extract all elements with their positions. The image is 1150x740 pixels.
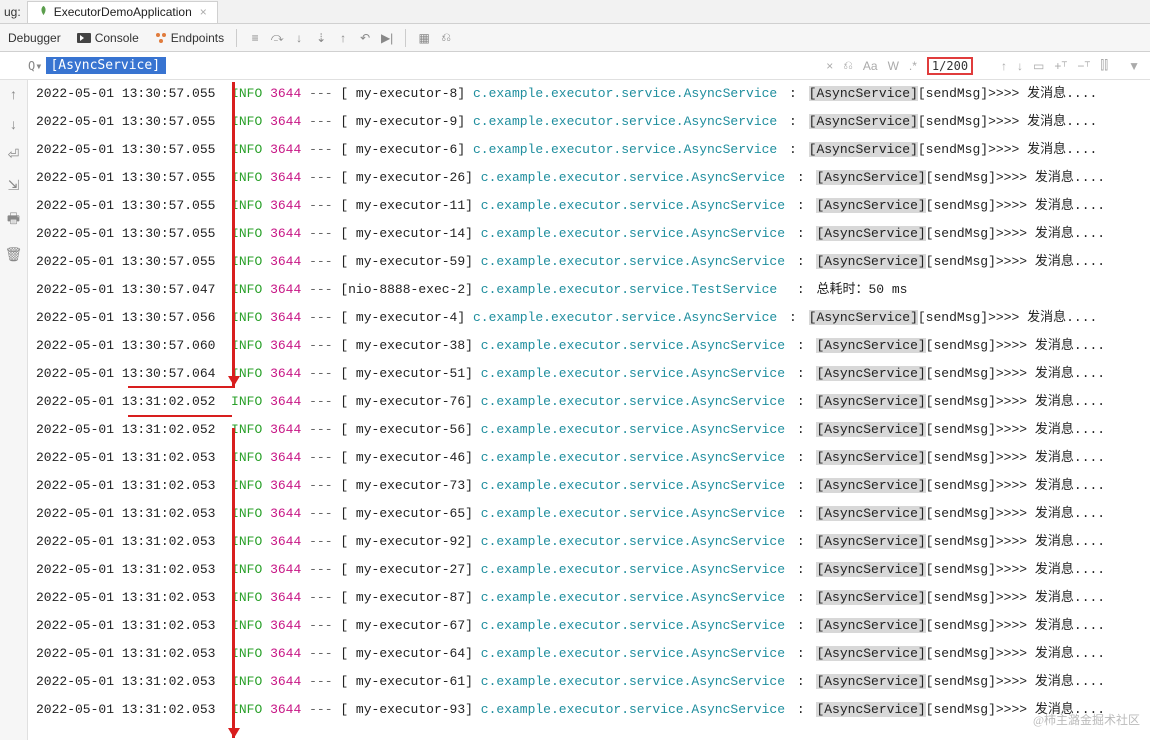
log-row[interactable]: 2022-05-01 13:31:02.053 INFO 3644 --- [ … (36, 500, 1150, 528)
log-row[interactable]: 2022-05-01 13:31:02.053 INFO 3644 --- [ … (36, 696, 1150, 724)
log-row[interactable]: 2022-05-01 13:30:57.056 INFO 3644 --- [ … (36, 304, 1150, 332)
console-tab[interactable]: Console (69, 24, 147, 52)
run-config-tab[interactable]: ExecutorDemoApplication × (27, 1, 218, 23)
print-icon[interactable]: 🖶 (7, 208, 20, 232)
scroll-up-icon[interactable]: ↑ (10, 86, 17, 102)
title-bar: ug: ExecutorDemoApplication × (0, 0, 1150, 24)
drop-frame-icon[interactable]: ↶ (357, 30, 373, 46)
log-row[interactable]: 2022-05-01 13:30:57.055 INFO 3644 --- [ … (36, 108, 1150, 136)
arrow-down-icon (228, 376, 240, 386)
endpoints-icon (155, 32, 167, 44)
log-row[interactable]: 2022-05-01 13:30:57.055 INFO 3644 --- [ … (36, 220, 1150, 248)
debugger-tab[interactable]: Debugger (0, 24, 69, 52)
force-step-into-icon[interactable]: ⇣ (313, 30, 329, 46)
leaf-icon (38, 5, 49, 19)
match-case-toggle[interactable]: Aa (863, 59, 878, 73)
log-row[interactable]: 2022-05-01 13:31:02.053 INFO 3644 --- [ … (36, 556, 1150, 584)
match-count: 1/200 (927, 57, 973, 75)
separator (405, 29, 406, 47)
arrow-down-icon (228, 728, 240, 738)
next-match-icon[interactable]: ↓ (1017, 59, 1023, 73)
evaluate-icon[interactable]: ▦ (416, 30, 432, 46)
search-input[interactable] (46, 57, 166, 74)
debug-actions: ≡ ⤼ ↓ ⇣ ↑ ↶ ▶| ▦ ⎌ (241, 29, 460, 47)
left-gutter: ↑ ↓ ⏎ ⇲ 🖶 🗑 (0, 80, 28, 740)
show-exec-point-icon[interactable]: ≡ (247, 30, 263, 46)
step-out-icon[interactable]: ↑ (335, 30, 351, 46)
step-into-icon[interactable]: ↓ (291, 30, 307, 46)
select-occurrences-icon[interactable]: ⫿⫿ (1100, 58, 1108, 73)
annotation-underline (128, 386, 232, 388)
console-output[interactable]: @柿主潞金掘术社区 2022-05-01 13:30:57.055 INFO 3… (28, 80, 1150, 740)
scroll-down-icon[interactable]: ↓ (10, 116, 17, 132)
log-row[interactable]: 2022-05-01 13:30:57.055 INFO 3644 --- [ … (36, 192, 1150, 220)
regex-toggle[interactable]: .* (909, 59, 917, 73)
soft-wrap-icon[interactable]: ⏎ (8, 146, 20, 163)
step-over-icon[interactable]: ⤼ (269, 30, 285, 46)
log-row[interactable]: 2022-05-01 13:31:02.053 INFO 3644 --- [ … (36, 472, 1150, 500)
prefix-label: ug: (4, 5, 21, 19)
log-row[interactable]: 2022-05-01 13:30:57.055 INFO 3644 --- [ … (36, 164, 1150, 192)
log-row[interactable]: 2022-05-01 13:31:02.052 INFO 3644 --- [ … (36, 388, 1150, 416)
log-row[interactable]: 2022-05-01 13:30:57.055 INFO 3644 --- [ … (36, 80, 1150, 108)
log-row[interactable]: 2022-05-01 13:31:02.053 INFO 3644 --- [ … (36, 640, 1150, 668)
log-row[interactable]: 2022-05-01 13:31:02.053 INFO 3644 --- [ … (36, 444, 1150, 472)
add-selection-icon[interactable]: +⸆ (1054, 57, 1067, 74)
watermark: @柿主潞金掘术社区 (1033, 706, 1140, 734)
trace-icon[interactable]: ⎌ (438, 30, 454, 46)
log-row[interactable]: 2022-05-01 13:30:57.055 INFO 3644 --- [ … (36, 248, 1150, 276)
log-row[interactable]: 2022-05-01 13:31:02.053 INFO 3644 --- [ … (36, 612, 1150, 640)
debug-toolbar: Debugger Console Endpoints ≡ ⤼ ↓ ⇣ ↑ ↶ ▶… (0, 24, 1150, 52)
clear-all-icon[interactable]: 🗑 (5, 246, 23, 263)
search-options: × ⎌ Aa W .* 1/200 ↑ ↓ ▭ +⸆ −⸆ ⫿⫿ ▼ (826, 57, 1150, 75)
select-all-icon[interactable]: ▭ (1033, 59, 1044, 73)
log-row[interactable]: 2022-05-01 13:31:02.053 INFO 3644 --- [ … (36, 668, 1150, 696)
log-row[interactable]: 2022-05-01 13:30:57.060 INFO 3644 --- [ … (36, 332, 1150, 360)
annotation-line (232, 428, 235, 738)
words-toggle[interactable]: W (888, 59, 899, 73)
log-row[interactable]: 2022-05-01 13:31:02.053 INFO 3644 --- [ … (36, 584, 1150, 612)
annotation-underline (128, 415, 232, 417)
clear-icon[interactable]: × (826, 59, 833, 73)
search-prompt[interactable]: Q▾ (28, 59, 42, 73)
run-to-cursor-icon[interactable]: ▶| (379, 30, 395, 46)
log-row[interactable]: 2022-05-01 13:30:57.055 INFO 3644 --- [ … (36, 136, 1150, 164)
log-row[interactable]: 2022-05-01 13:31:02.052 INFO 3644 --- [ … (36, 416, 1150, 444)
console-icon (77, 33, 91, 43)
log-row[interactable]: 2022-05-01 13:30:57.064 INFO 3644 --- [ … (36, 360, 1150, 388)
history-icon[interactable]: ⎌ (843, 58, 853, 73)
log-row[interactable]: 2022-05-01 13:30:57.047 INFO 3644 --- [n… (36, 276, 1150, 304)
scroll-to-end-icon[interactable]: ⇲ (8, 177, 20, 194)
tab-title: ExecutorDemoApplication (54, 5, 192, 19)
filter-icon[interactable]: ▼ (1128, 59, 1140, 73)
prev-match-icon[interactable]: ↑ (1001, 59, 1007, 73)
log-row[interactable]: 2022-05-01 13:31:02.053 INFO 3644 --- [ … (36, 528, 1150, 556)
search-bar: Q▾ × ⎌ Aa W .* 1/200 ↑ ↓ ▭ +⸆ −⸆ ⫿⫿ ▼ (0, 52, 1150, 80)
remove-selection-icon[interactable]: −⸆ (1077, 57, 1090, 74)
close-icon[interactable]: × (200, 5, 207, 19)
endpoints-tab[interactable]: Endpoints (147, 24, 232, 52)
annotation-line (232, 82, 235, 388)
separator (236, 29, 237, 47)
